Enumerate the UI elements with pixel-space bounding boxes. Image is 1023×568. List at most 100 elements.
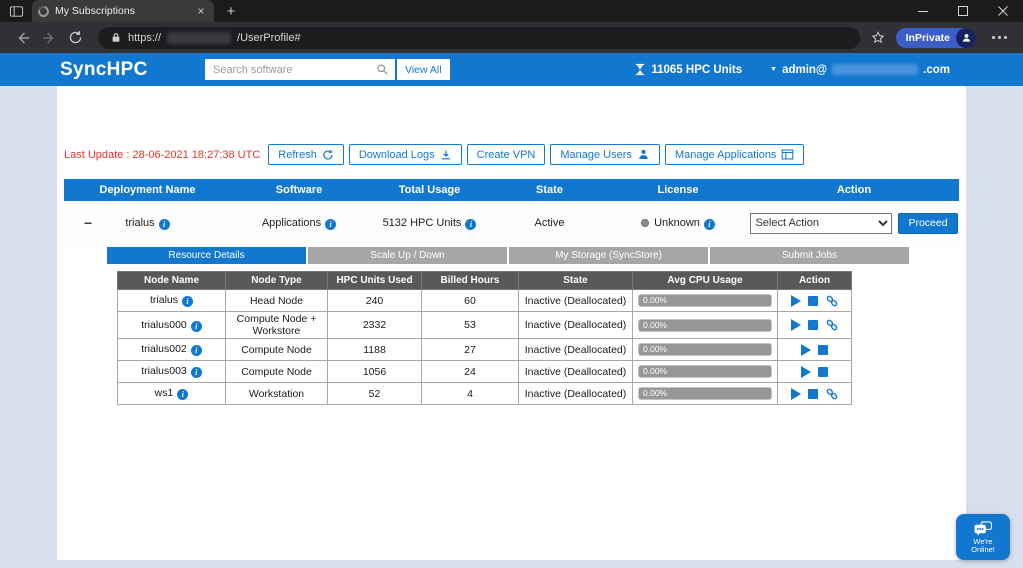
connect-node-icon[interactable] — [825, 387, 839, 401]
manage-applications-button[interactable]: Manage Applications — [664, 144, 805, 165]
browser-menu-icon[interactable] — [986, 36, 1013, 39]
col-node-name: Node Name — [117, 271, 226, 290]
deployment-name: trialus — [125, 216, 155, 229]
nodes-table: Node Name Node Type HPC Units Used Bille… — [117, 271, 852, 405]
tab-my-storage[interactable]: My Storage (SyncStore) — [509, 247, 708, 264]
connect-node-icon[interactable] — [825, 318, 839, 332]
chat-status-line2: Online! — [971, 544, 995, 554]
col-software: Software — [231, 179, 367, 201]
cpu-usage-bar: 0.00% — [638, 387, 772, 400]
brand-logo[interactable]: SyncHPC — [60, 59, 148, 81]
subscriptions-header-row: Deployment Name Software Total Usage Sta… — [64, 179, 959, 201]
node-state-cell: Inactive (Deallocated) — [518, 311, 633, 339]
manage-users-button[interactable]: Manage Users — [550, 144, 660, 165]
account-menu[interactable]: ▼ admin@ .com — [770, 64, 950, 76]
info-icon[interactable]: i — [182, 296, 193, 307]
cpu-usage-bar: 0.00% — [638, 294, 772, 307]
node-state-cell: Inactive (Deallocated) — [518, 289, 633, 312]
start-node-icon[interactable] — [801, 343, 811, 356]
tab-scale-up-down[interactable]: Scale Up / Down — [308, 247, 507, 264]
refresh-page-button[interactable] — [62, 25, 88, 51]
tab-submit-jobs[interactable]: Submit Jobs — [710, 247, 909, 264]
license-cell: Unknown i — [607, 201, 749, 245]
node-name-cell: ws1 i — [117, 382, 226, 405]
stop-node-icon[interactable] — [818, 344, 828, 355]
col-node-action: Action — [777, 271, 852, 290]
close-button[interactable] — [983, 0, 1023, 22]
state-value: Active — [534, 217, 565, 229]
info-icon[interactable]: i — [158, 218, 170, 230]
view-all-button[interactable]: View All — [397, 59, 450, 80]
toolbar-row: Last Update : 28-06-2021 18:27:38 UTC Re… — [64, 144, 805, 165]
back-button[interactable] — [10, 25, 36, 51]
profile-avatar[interactable] — [956, 27, 976, 48]
start-node-icon[interactable] — [790, 319, 801, 331]
forward-button[interactable] — [36, 25, 62, 51]
chat-icon — [974, 520, 992, 536]
node-action-cell — [777, 289, 852, 312]
url-scheme: https:// — [128, 31, 162, 44]
col-action: Action — [749, 179, 959, 201]
live-chat-widget[interactable]: We're Online! — [956, 514, 1010, 560]
manage-users-label: Manage Users — [560, 148, 632, 161]
col-node-type: Node Type — [225, 271, 328, 290]
new-tab-button[interactable]: + — [220, 3, 242, 20]
favorites-icon[interactable] — [870, 30, 886, 46]
maximize-button[interactable] — [943, 0, 983, 22]
hourglass-icon — [636, 63, 645, 76]
start-node-icon[interactable] — [801, 365, 811, 378]
stop-node-icon[interactable] — [807, 320, 818, 330]
stop-node-icon[interactable] — [807, 295, 818, 306]
subscriptions-table: Deployment Name Software Total Usage Sta… — [64, 179, 959, 245]
create-vpn-label: Create VPN — [476, 148, 536, 161]
last-update-label: Last Update : 28-06-2021 18:27:38 UTC — [64, 148, 261, 161]
tab-resource-details[interactable]: Resource Details — [107, 247, 306, 264]
minimize-button[interactable] — [903, 0, 943, 22]
cpu-usage-bar: 0.00% — [638, 318, 772, 332]
select-action-dropdown[interactable]: Select Action — [750, 212, 893, 234]
browser-window: My Subscriptions × + https:// /UserProfi… — [0, 0, 1023, 568]
node-action-cell — [777, 382, 852, 405]
download-logs-label: Download Logs — [358, 148, 435, 161]
stop-node-icon[interactable] — [807, 388, 818, 399]
proceed-button[interactable]: Proceed — [898, 212, 958, 234]
hpc-units-counter: 11065 HPC Units — [635, 63, 742, 76]
info-icon[interactable]: i — [177, 389, 189, 400]
tab-actions-icon[interactable] — [4, 0, 28, 22]
inprivate-badge[interactable]: InPrivate — [895, 27, 976, 48]
browser-tab[interactable]: My Subscriptions × — [32, 0, 214, 22]
stop-node-icon[interactable] — [818, 366, 828, 377]
page-background: Last Update : 28-06-2021 18:27:38 UTC Re… — [0, 86, 1023, 568]
info-icon[interactable]: i — [325, 218, 337, 230]
license-status-dot — [641, 218, 650, 227]
info-icon[interactable]: i — [703, 218, 715, 230]
col-state: State — [492, 179, 607, 201]
collapse-toggle-icon[interactable]: − — [84, 215, 92, 231]
connect-node-icon[interactable] — [825, 294, 839, 308]
col-deployment-name: Deployment Name — [64, 179, 231, 201]
start-node-icon[interactable] — [790, 294, 801, 307]
create-vpn-button[interactable]: Create VPN — [466, 144, 546, 165]
refresh-button[interactable]: Refresh — [268, 144, 344, 165]
node-row: trialus000 i Compute Node + Workstore 233… — [117, 311, 852, 339]
state-cell: Active — [492, 201, 607, 245]
node-row: trialus003 i Compute Node 1056 24 Inactiv… — [117, 360, 852, 383]
download-logs-button[interactable]: Download Logs — [348, 144, 462, 165]
search-icon[interactable] — [376, 63, 389, 76]
node-cpu-cell: 0.00% — [632, 382, 778, 405]
start-node-icon[interactable] — [790, 387, 801, 400]
info-icon[interactable]: i — [190, 320, 202, 332]
info-icon[interactable]: i — [190, 345, 202, 356]
col-license: License — [607, 179, 749, 201]
deployment-cell: − trialus i — [64, 201, 231, 245]
info-icon[interactable]: i — [465, 218, 477, 230]
col-total-usage: Total Usage — [367, 179, 492, 201]
lock-icon — [112, 33, 120, 42]
subscription-row: − trialus i Applications i 5132 HPC Units i… — [64, 201, 959, 245]
info-icon[interactable]: i — [190, 367, 202, 378]
tab-close-icon[interactable]: × — [194, 4, 208, 18]
node-row: trialus002 i Compute Node 1188 27 Inactiv… — [117, 338, 852, 361]
account-suffix: .com — [923, 63, 950, 76]
url-bar[interactable]: https:// /UserProfile# — [98, 26, 860, 49]
search-input[interactable] — [205, 59, 395, 80]
